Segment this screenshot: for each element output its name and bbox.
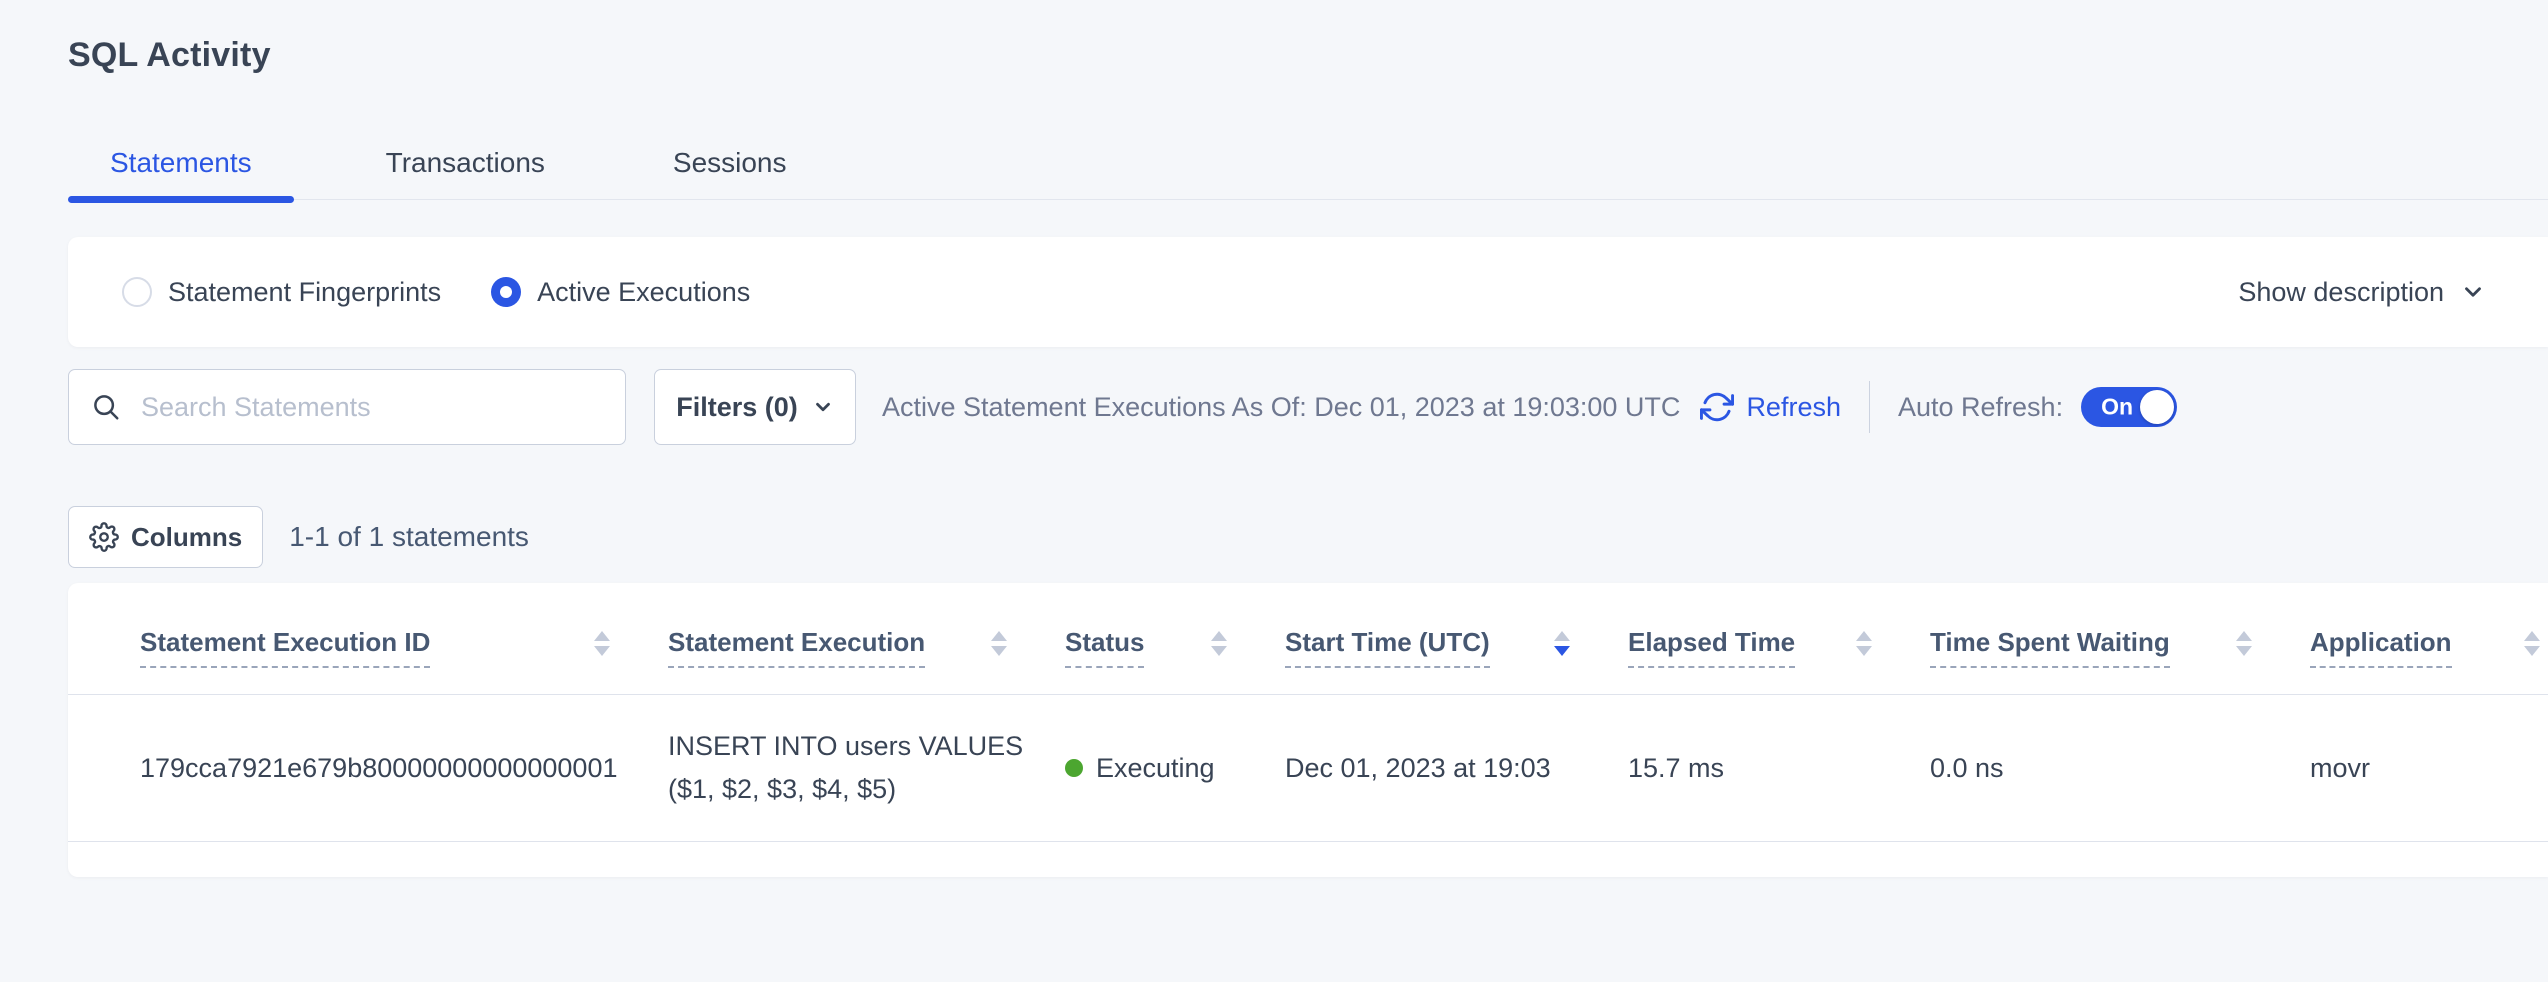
filters-button[interactable]: Filters (0) — [654, 369, 856, 445]
auto-refresh-label: Auto Refresh: — [1898, 392, 2063, 423]
gear-icon — [89, 522, 119, 552]
sort-arrows-icon[interactable] — [1856, 631, 1872, 656]
cell-statement-execution-id[interactable]: 179cca7921e679b80000000000000001 — [140, 753, 668, 784]
table-header-row: Statement Execution ID Statement Executi… — [68, 583, 2548, 695]
toggle-state-label: On — [2101, 394, 2133, 421]
page-title: SQL Activity — [68, 36, 2548, 75]
column-header-application: Application — [2310, 627, 2548, 668]
show-description-label: Show description — [2238, 277, 2444, 308]
result-count: 1-1 of 1 statements — [289, 521, 529, 553]
sort-arrows-icon[interactable] — [1211, 631, 1227, 656]
refresh-icon — [1700, 390, 1734, 424]
columns-button[interactable]: Columns — [68, 506, 263, 568]
column-header-label[interactable]: Statement Execution — [668, 627, 925, 668]
cell-start-time: Dec 01, 2023 at 19:03 — [1285, 753, 1628, 784]
column-header-label[interactable]: Time Spent Waiting — [1930, 627, 2170, 668]
chevron-down-icon — [2460, 279, 2486, 305]
column-header-start-time: Start Time (UTC) — [1285, 627, 1628, 668]
refresh-label: Refresh — [1746, 392, 1841, 423]
filters-button-label: Filters (0) — [676, 392, 798, 423]
column-header-label[interactable]: Statement Execution ID — [140, 627, 430, 668]
column-header-label[interactable]: Start Time (UTC) — [1285, 627, 1490, 668]
search-icon — [91, 392, 121, 422]
cell-elapsed-time: 15.7 ms — [1628, 753, 1930, 784]
cell-application: movr — [2310, 753, 2548, 784]
tab-transactions[interactable]: Transactions — [386, 147, 545, 199]
radio-label: Statement Fingerprints — [168, 277, 441, 308]
column-header-status: Status — [1065, 627, 1285, 668]
column-header-time-spent-waiting: Time Spent Waiting — [1930, 627, 2310, 668]
column-header-statement-execution-id: Statement Execution ID — [140, 627, 668, 668]
status-label: Executing — [1096, 753, 1215, 784]
table-controls-row: Columns 1-1 of 1 statements — [68, 506, 2548, 568]
search-box[interactable] — [68, 369, 626, 445]
radio-selected-icon[interactable] — [491, 277, 521, 307]
toolbar-divider — [1869, 381, 1870, 433]
radio-statement-fingerprints[interactable]: Statement Fingerprints — [122, 277, 441, 308]
table-row[interactable]: 179cca7921e679b80000000000000001 INSERT … — [68, 695, 2548, 842]
view-mode-radio-group: Statement Fingerprints Active Executions — [122, 277, 750, 308]
toggle-knob[interactable] — [2140, 390, 2174, 424]
view-mode-card: Statement Fingerprints Active Executions… — [68, 237, 2548, 347]
sort-arrows-icon[interactable] — [594, 631, 610, 656]
statement-line-1: INSERT INTO users VALUES — [668, 725, 1025, 768]
sql-activity-page: SQL Activity Statements Transactions Ses… — [0, 0, 2548, 877]
sort-arrows-icon[interactable] — [2524, 631, 2540, 656]
tab-sessions[interactable]: Sessions — [673, 147, 787, 199]
column-header-statement-execution: Statement Execution — [668, 627, 1065, 668]
statement-line-2: ($1, $2, $3, $4, $5) — [668, 768, 1025, 811]
sort-arrows-icon-active-desc[interactable] — [1554, 631, 1570, 656]
cell-status: Executing — [1065, 753, 1285, 784]
auto-refresh-toggle[interactable]: On — [2081, 387, 2177, 427]
tab-bar: Statements Transactions Sessions — [68, 147, 2548, 200]
column-header-label[interactable]: Elapsed Time — [1628, 627, 1795, 668]
as-of-timestamp: Active Statement Executions As Of: Dec 0… — [882, 392, 1680, 423]
column-header-elapsed-time: Elapsed Time — [1628, 627, 1930, 668]
chevron-down-icon — [812, 396, 834, 418]
column-header-label[interactable]: Status — [1065, 627, 1144, 668]
cell-time-spent-waiting: 0.0 ns — [1930, 753, 2310, 784]
column-header-label[interactable]: Application — [2310, 627, 2452, 668]
radio-unselected-icon[interactable] — [122, 277, 152, 307]
status-executing-dot-icon — [1065, 759, 1083, 777]
search-input[interactable] — [141, 392, 603, 423]
sort-arrows-icon[interactable] — [2236, 631, 2252, 656]
statements-table: Statement Execution ID Statement Executi… — [68, 583, 2548, 877]
show-description-toggle[interactable]: Show description — [2238, 277, 2486, 308]
sort-arrows-icon[interactable] — [991, 631, 1007, 656]
radio-label: Active Executions — [537, 277, 750, 308]
statements-toolbar: Filters (0) Active Statement Executions … — [68, 369, 2548, 445]
columns-button-label: Columns — [131, 522, 242, 553]
refresh-button[interactable]: Refresh — [1700, 390, 1841, 424]
radio-active-executions[interactable]: Active Executions — [491, 277, 750, 308]
tab-statements[interactable]: Statements — [68, 147, 294, 199]
cell-statement-execution[interactable]: INSERT INTO users VALUES ($1, $2, $3, $4… — [668, 725, 1065, 811]
